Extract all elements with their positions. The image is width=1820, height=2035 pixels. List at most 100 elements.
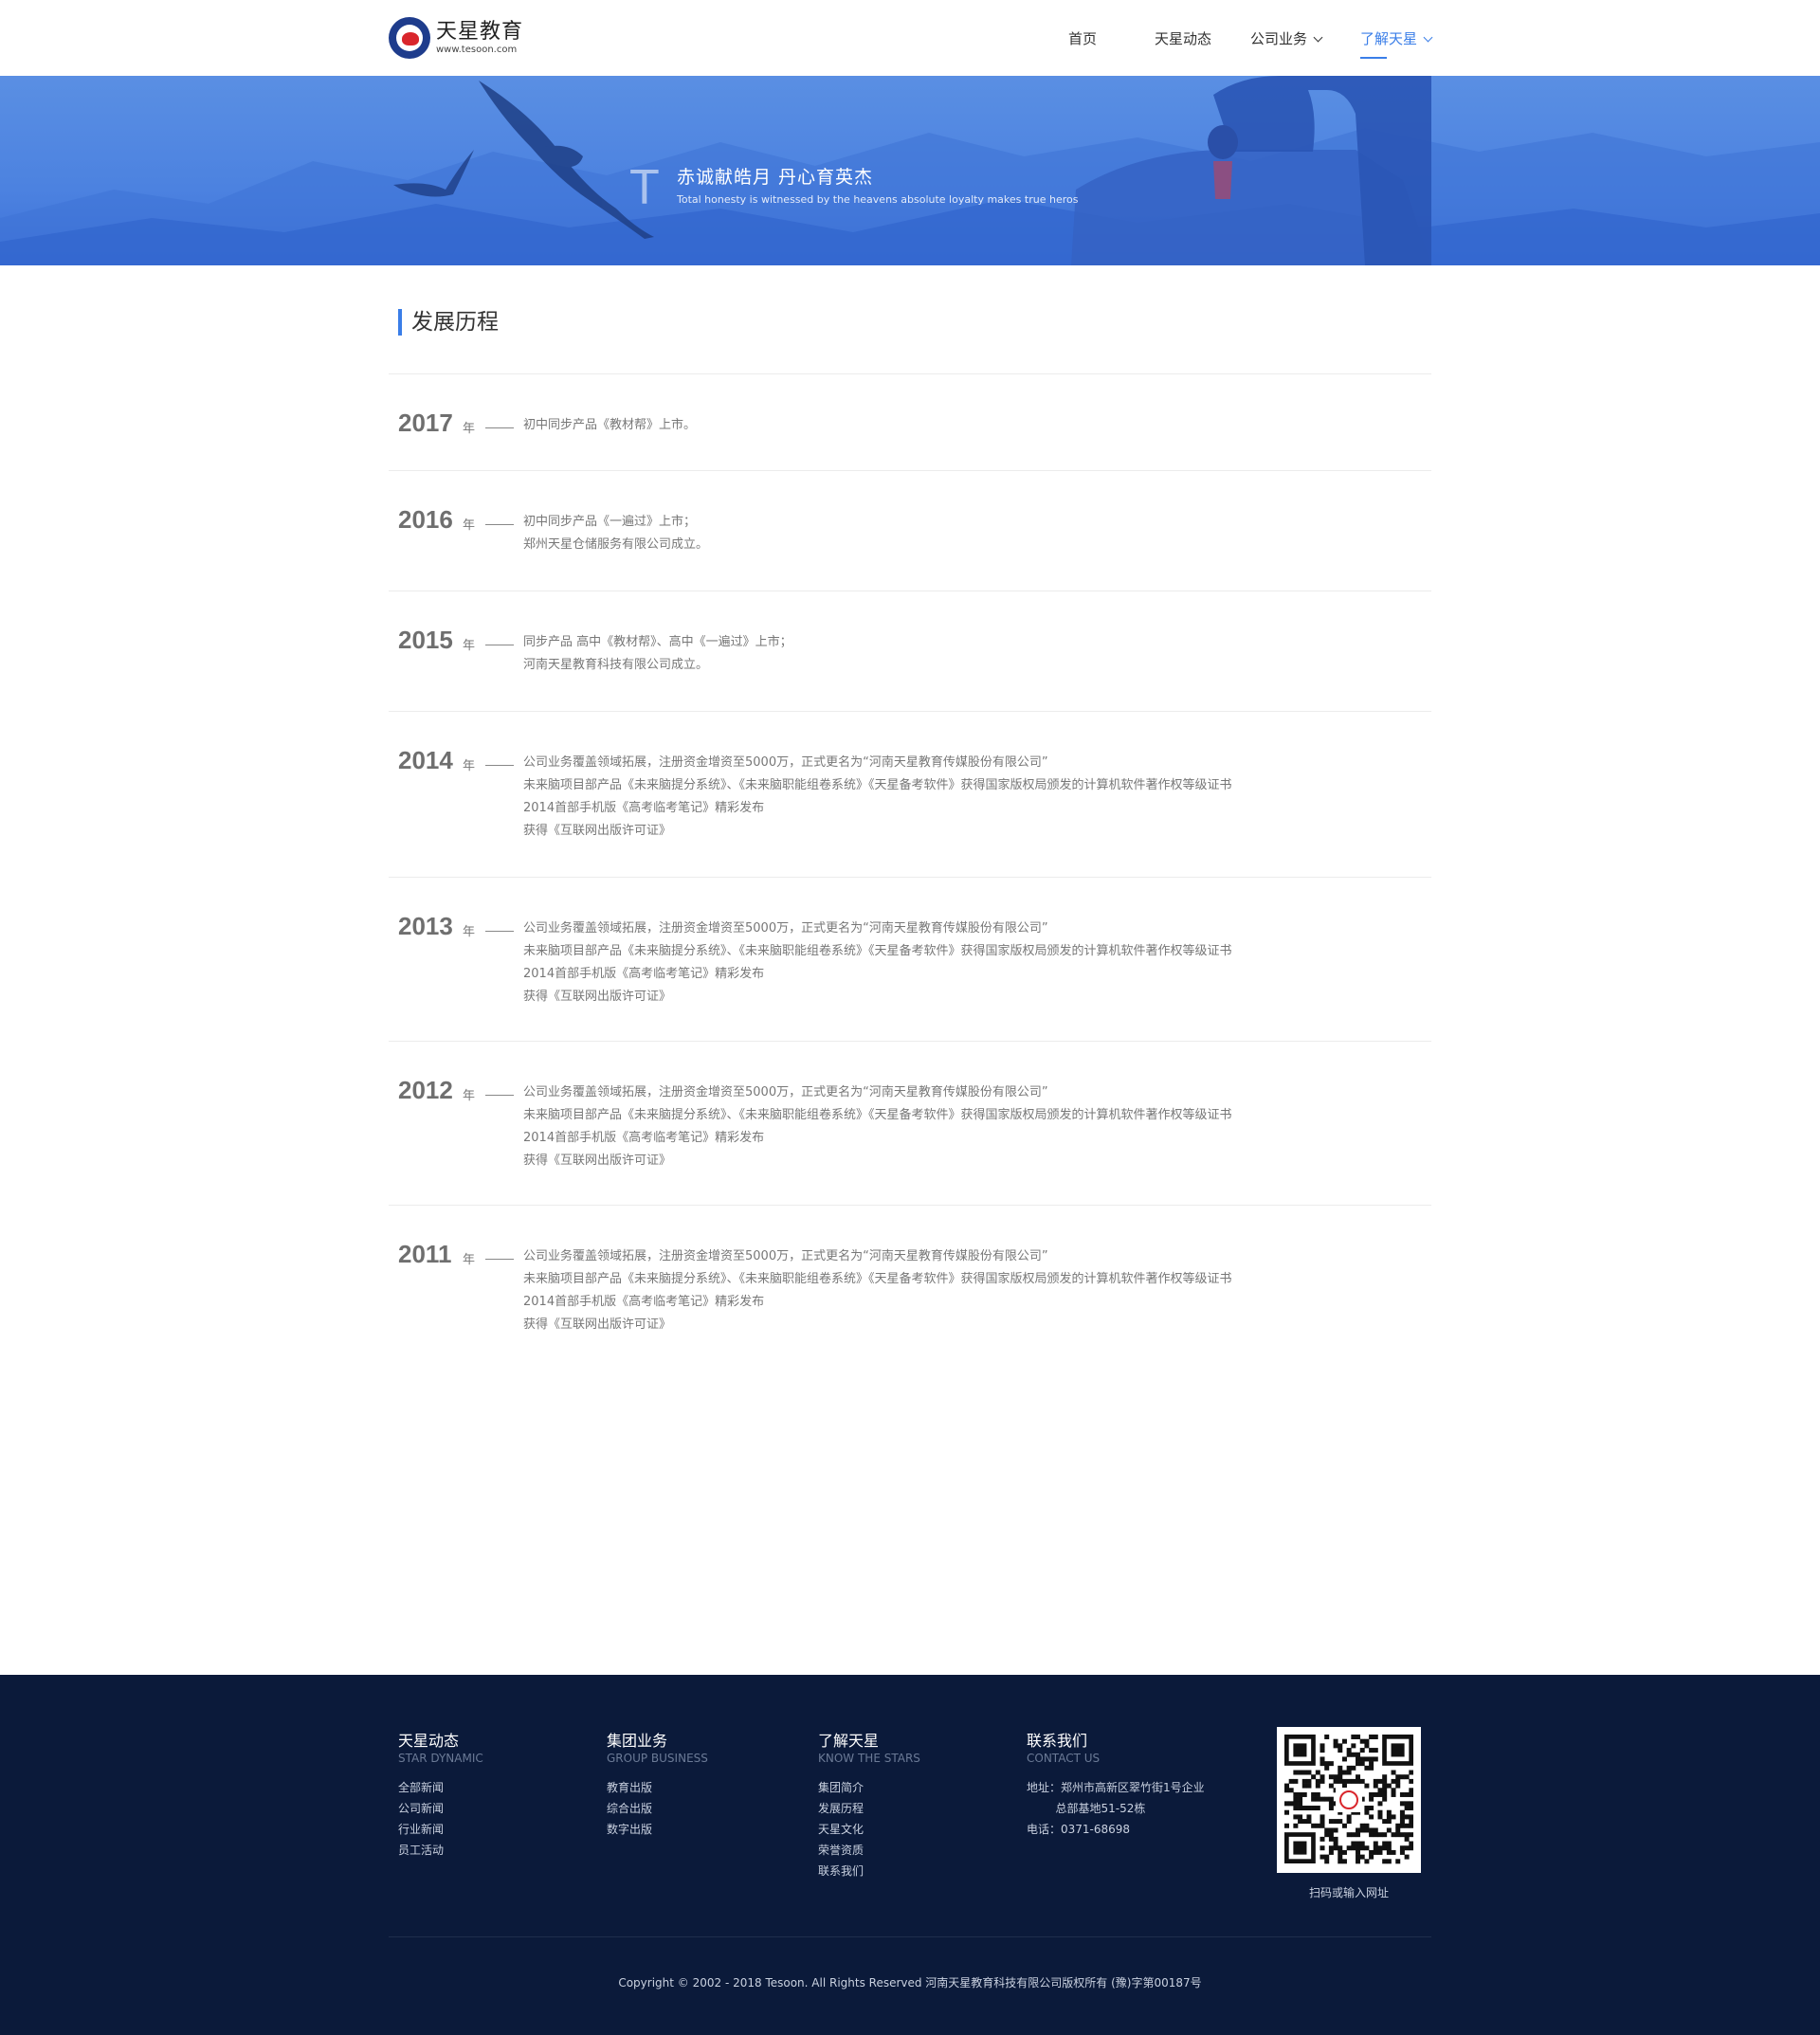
nav-item-about[interactable]: 了解天星 <box>1360 28 1433 59</box>
timeline-year-unit: 年 <box>463 759 476 773</box>
timeline-line: 公司业务覆盖领域拓展，注册资金增资至5000万，正式更名为“河南天星教育传媒股份… <box>523 921 1048 936</box>
monument-icon <box>1071 76 1431 265</box>
page-title: 发展历程 <box>398 309 499 336</box>
footer-link[interactable]: 联系我们 <box>818 1861 920 1881</box>
timeline-year-unit: 年 <box>463 925 476 939</box>
timeline-entry: 2012 年 公司业务覆盖领域拓展，注册资金增资至5000万，正式更名为“河南天星教… <box>389 1041 1431 1205</box>
qr-code-icon <box>1277 1727 1421 1873</box>
timeline-entry: 2013 年 公司业务覆盖领域拓展，注册资金增资至5000万，正式更名为“河南天星教… <box>389 877 1431 1041</box>
timeline-year: 2011 <box>398 1240 452 1268</box>
site-logo[interactable]: 天星教育 www.tesoon.com <box>389 17 523 59</box>
footer-link[interactable]: 数字出版 <box>607 1819 708 1840</box>
footer-link[interactable]: 教育出版 <box>607 1777 708 1798</box>
footer-link[interactable]: 行业新闻 <box>398 1819 483 1840</box>
timeline-line: 未来脑项目部产品《未来脑提分系统》、《未来脑职能组卷系统》《天星备考软件》获得国… <box>523 1108 1232 1122</box>
timeline-entry: 2011 年 公司业务覆盖领域拓展，注册资金增资至5000万，正式更名为“河南天星教… <box>389 1205 1431 1369</box>
timeline-year-unit: 年 <box>463 639 476 653</box>
footer-col-subtitle: KNOW THE STARS <box>818 1752 920 1765</box>
footer-col-title: 集团业务 <box>607 1732 668 1750</box>
footer-col-about: 了解天星 KNOW THE STARS 集团简介 发展历程 天星文化 荣誉资质 … <box>818 1732 920 1881</box>
footer-link[interactable]: 公司新闻 <box>398 1798 483 1819</box>
footer-col-news: 天星动态 STAR DYNAMIC 全部新闻 公司新闻 行业新闻 员工活动 <box>398 1732 483 1861</box>
contact-phone: 电话：0371-68698 <box>1027 1823 1131 1836</box>
timeline-line: 初中同步产品《教材帮》上市。 <box>523 418 697 432</box>
site-header: 天星教育 www.tesoon.com 首页 天星动态 公司业务 了解天星 <box>0 0 1820 76</box>
timeline-entry: 2017 年 初中同步产品《教材帮》上市。 <box>389 373 1431 470</box>
timeline-description: 初中同步产品《一遍过》上市； 郑州天星仓储服务有限公司成立。 <box>523 511 708 556</box>
timeline-line: 2014首部手机版《高考临考笔记》精彩发布 <box>523 801 765 815</box>
footer-col-subtitle: GROUP BUSINESS <box>607 1752 708 1765</box>
timeline-year-unit: 年 <box>463 518 476 533</box>
timeline-dash <box>485 524 514 525</box>
timeline-description: 公司业务覆盖领域拓展，注册资金增资至5000万，正式更名为“河南天星教育传媒股份… <box>523 1081 1232 1172</box>
timeline-line: 公司业务覆盖领域拓展，注册资金增资至5000万，正式更名为“河南天星教育传媒股份… <box>523 755 1048 770</box>
footer-link[interactable]: 综合出版 <box>607 1798 708 1819</box>
banner-decor-letter: T <box>629 160 660 215</box>
timeline-dash <box>485 1095 514 1096</box>
contact-address-line2: 总部基地51-52栋 <box>1027 1802 1146 1815</box>
timeline-dash <box>485 765 514 766</box>
nav-item-news[interactable]: 天星动态 <box>1155 28 1211 48</box>
timeline-year: 2016 <box>398 505 453 534</box>
timeline-line: 未来脑项目部产品《未来脑提分系统》、《未来脑职能组卷系统》《天星备考软件》获得国… <box>523 778 1232 792</box>
footer-col-subtitle: CONTACT US <box>1027 1752 1101 1765</box>
timeline-dash <box>485 1259 514 1260</box>
footer-col-title: 了解天星 <box>818 1732 880 1750</box>
timeline-entry: 2016 年 初中同步产品《一遍过》上市； 郑州天星仓储服务有限公司成立。 <box>389 470 1431 591</box>
qr-caption: 扫码或输入网址 <box>1308 1886 1389 1899</box>
timeline-line: 获得《互联网出版许可证》 <box>523 990 672 1004</box>
footer-link[interactable]: 集团简介 <box>818 1777 920 1798</box>
timeline-year: 2013 <box>398 912 453 940</box>
footer-col-title: 天星动态 <box>398 1732 460 1750</box>
timeline-entry: 2014 年 公司业务覆盖领域拓展，注册资金增资至5000万，正式更名为“河南天星教… <box>389 711 1431 877</box>
timeline-line: 获得《互联网出版许可证》 <box>523 1154 672 1168</box>
banner-scenery <box>0 76 1820 265</box>
timeline-line: 河南天星教育科技有限公司成立。 <box>523 658 709 672</box>
nav-item-business[interactable]: 公司业务 <box>1250 28 1323 48</box>
footer-col-subtitle: STAR DYNAMIC <box>398 1752 483 1765</box>
timeline-year-unit: 年 <box>463 1253 476 1267</box>
footer-link[interactable]: 员工活动 <box>398 1840 483 1861</box>
timeline-entry: 2015 年 同步产品 高中《教材帮》、高中《一遍过》上市； 河南天星教育科技有限公司… <box>389 591 1431 711</box>
timeline-line: 2014首部手机版《高考临考笔记》精彩发布 <box>523 1131 765 1145</box>
timeline-line: 初中同步产品《一遍过》上市； <box>523 515 697 529</box>
logo-url: www.tesoon.com <box>436 45 518 55</box>
timeline-dash <box>485 931 514 932</box>
active-nav-underline <box>1360 57 1387 59</box>
timeline-line: 2014首部手机版《高考临考笔记》精彩发布 <box>523 1295 765 1309</box>
timeline-description: 公司业务覆盖领域拓展，注册资金增资至5000万，正式更名为“河南天星教育传媒股份… <box>523 1245 1232 1336</box>
copyright-text: Copyright © 2002 - 2018 Tesoon. All Righ… <box>618 1976 1202 1990</box>
timeline-description: 公司业务覆盖领域拓展，注册资金增资至5000万，正式更名为“河南天星教育传媒股份… <box>523 752 1232 843</box>
timeline-line: 获得《互联网出版许可证》 <box>523 824 672 838</box>
timeline-year: 2014 <box>398 746 453 774</box>
timeline-year: 2012 <box>398 1076 453 1104</box>
timeline-year-unit: 年 <box>463 1089 476 1103</box>
timeline-line: 2014首部手机版《高考临考笔记》精彩发布 <box>523 967 765 981</box>
footer-col-contact: 联系我们 CONTACT US 地址：郑州市高新区翠竹街1号企业 总部基地51-… <box>1027 1732 1205 1840</box>
site-footer: 天星动态 STAR DYNAMIC 全部新闻 公司新闻 行业新闻 员工活动 集团… <box>0 1675 1820 2035</box>
footer-col-title: 联系我们 <box>1027 1732 1088 1750</box>
timeline-line: 获得《互联网出版许可证》 <box>523 1317 672 1332</box>
timeline-description: 初中同步产品《教材帮》上市。 <box>523 414 696 437</box>
timeline-line: 未来脑项目部产品《未来脑提分系统》、《未来脑职能组卷系统》《天星备考软件》获得国… <box>523 1272 1232 1286</box>
chevron-down-icon <box>1313 32 1323 43</box>
footer-link[interactable]: 荣誉资质 <box>818 1840 920 1861</box>
footer-link[interactable]: 天星文化 <box>818 1819 920 1840</box>
timeline-line: 郑州天星仓储服务有限公司成立。 <box>523 537 709 552</box>
footer-link[interactable]: 全部新闻 <box>398 1777 483 1798</box>
timeline-line: 公司业务覆盖领域拓展，注册资金增资至5000万，正式更名为“河南天星教育传媒股份… <box>523 1085 1048 1099</box>
logo-emblem-icon <box>389 17 430 59</box>
contact-address: 地址：郑州市高新区翠竹街1号企业 <box>1027 1781 1205 1794</box>
timeline-description: 同步产品 高中《教材帮》、高中《一遍过》上市； 河南天星教育科技有限公司成立。 <box>523 631 792 677</box>
nav-item-home[interactable]: 首页 <box>1068 28 1097 48</box>
banner-title: 赤诚献皓月 丹心育英杰 <box>677 167 874 188</box>
chevron-down-icon <box>1423 32 1433 43</box>
timeline-dash <box>485 427 514 428</box>
banner-subtitle: Total honesty is witnessed by the heaven… <box>677 193 1079 206</box>
timeline-line: 未来脑项目部产品《未来脑提分系统》、《未来脑职能组卷系统》《天星备考软件》获得国… <box>523 944 1232 958</box>
timeline-line: 同步产品 高中《教材帮》、高中《一遍过》上市； <box>523 635 792 649</box>
footer-divider <box>389 1936 1431 1937</box>
timeline-description: 公司业务覆盖领域拓展，注册资金增资至5000万，正式更名为“河南天星教育传媒股份… <box>523 918 1232 1008</box>
footer-link[interactable]: 发展历程 <box>818 1798 920 1819</box>
timeline-year: 2017 <box>398 409 453 437</box>
